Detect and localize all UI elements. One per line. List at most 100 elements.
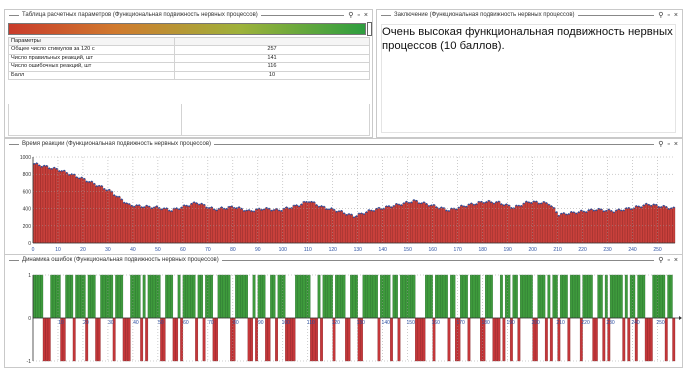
reaction-bar <box>430 205 433 244</box>
reaction-bar <box>227 206 231 244</box>
y-tick-label: 800 <box>23 172 32 178</box>
restore-icon[interactable]: ▫ <box>667 139 669 150</box>
error-bar <box>664 317 668 362</box>
reaction-point <box>530 202 533 204</box>
reaction-point <box>507 204 510 207</box>
conclusion-panel-titlebar[interactable]: Заключение (Функциональная подвижность н… <box>377 10 682 21</box>
reaction-point <box>238 206 240 209</box>
reaction-point <box>273 209 275 211</box>
close-icon[interactable]: × <box>674 255 678 266</box>
title-rule <box>9 144 19 145</box>
reaction-point <box>535 200 538 203</box>
reaction-point <box>278 209 280 212</box>
reaction-point <box>308 201 310 203</box>
error-bar <box>517 317 521 362</box>
reaction-point <box>602 210 605 213</box>
close-icon[interactable]: × <box>674 10 678 21</box>
reaction-point <box>143 206 146 209</box>
correct-bar <box>552 274 556 319</box>
correct-bar <box>350 274 353 319</box>
reaction-point <box>105 189 108 192</box>
pin-icon[interactable]: ⚲ <box>348 10 353 21</box>
reaction-point <box>205 206 208 209</box>
error-bar <box>175 317 179 362</box>
reaction-point <box>148 205 151 208</box>
correct-bar <box>337 274 341 319</box>
reaction-point <box>83 177 86 180</box>
y-tick-label: 400 <box>23 207 32 213</box>
error-bar <box>422 317 426 362</box>
x-tick-label: 210 <box>556 320 565 326</box>
x-tick-label: 60 <box>180 247 186 253</box>
score-gradient-bar <box>8 23 366 35</box>
reaction-point <box>662 204 665 207</box>
correct-bar <box>587 274 591 319</box>
restore-icon[interactable]: ▫ <box>667 10 669 21</box>
x-tick-label: 70 <box>205 247 211 253</box>
reaction-point <box>587 209 590 211</box>
pin-icon[interactable]: ⚲ <box>658 255 663 266</box>
params-panel-title: Таблица расчетных параметров (Функционал… <box>22 12 258 18</box>
correct-bar <box>604 274 608 319</box>
correct-bar <box>157 274 161 319</box>
reaction-bar <box>220 207 224 244</box>
close-icon[interactable]: × <box>674 139 678 150</box>
correct-bar <box>102 274 106 319</box>
conclusion-panel-title: Заключение (Функциональная подвижность н… <box>394 12 575 18</box>
restore-icon[interactable]: ▫ <box>357 10 359 21</box>
x-tick-label: 200 <box>528 247 537 253</box>
correct-bar <box>225 274 228 319</box>
reaction-point <box>170 210 173 213</box>
correct-bar <box>52 274 56 319</box>
close-icon[interactable]: × <box>364 10 368 21</box>
correct-bar <box>87 274 91 319</box>
reaction-point <box>65 171 68 174</box>
reaction-panel-titlebar[interactable]: Время реакции (Функциональная подвижност… <box>5 139 682 150</box>
pin-icon[interactable]: ⚲ <box>658 10 663 21</box>
reaction-point <box>350 213 353 216</box>
table-header-cell: Параметры <box>8 36 175 47</box>
x-tick-label: 80 <box>230 247 236 253</box>
reaction-point <box>48 167 51 170</box>
reaction-bar <box>307 201 311 244</box>
reaction-point <box>475 203 478 206</box>
reaction-bar <box>367 209 371 244</box>
restore-icon[interactable]: ▫ <box>667 255 669 266</box>
reaction-point <box>138 204 141 207</box>
correct-bar <box>462 274 466 319</box>
reaction-bar <box>579 210 583 244</box>
reaction-point <box>200 202 203 205</box>
error-bar <box>592 317 596 362</box>
reaction-point <box>542 200 545 203</box>
reaction-point <box>60 170 63 172</box>
correct-bar <box>197 274 201 319</box>
reaction-bar <box>584 211 588 244</box>
correct-bar <box>150 274 154 319</box>
errors-panel-titlebar[interactable]: Динамика ошибок (Функциональная подвижно… <box>5 255 682 266</box>
reaction-bar <box>342 213 346 244</box>
reaction-bar <box>544 202 548 244</box>
correct-bar <box>67 274 71 319</box>
reaction-bar <box>107 189 111 244</box>
reaction-bar <box>612 212 616 244</box>
reaction-point <box>180 206 183 209</box>
reaction-point <box>113 194 116 197</box>
reaction-bar <box>547 204 551 244</box>
correct-bar <box>137 274 141 319</box>
correct-bar <box>185 274 189 319</box>
correct-bar <box>262 274 266 319</box>
reaction-bar <box>522 203 526 244</box>
reaction-point <box>243 210 245 212</box>
reaction-bar <box>539 203 543 244</box>
title-rule <box>577 15 655 16</box>
reaction-bar <box>425 203 428 244</box>
reaction-bar <box>282 208 286 244</box>
reaction-point <box>575 212 578 215</box>
reaction-bar <box>202 204 206 244</box>
error-bar <box>417 317 421 362</box>
reaction-bar <box>100 185 104 244</box>
params-panel-titlebar[interactable]: Таблица расчетных параметров (Функционал… <box>5 10 372 21</box>
correct-bar <box>617 274 621 319</box>
error-bar <box>544 317 548 362</box>
pin-icon[interactable]: ⚲ <box>658 139 663 150</box>
